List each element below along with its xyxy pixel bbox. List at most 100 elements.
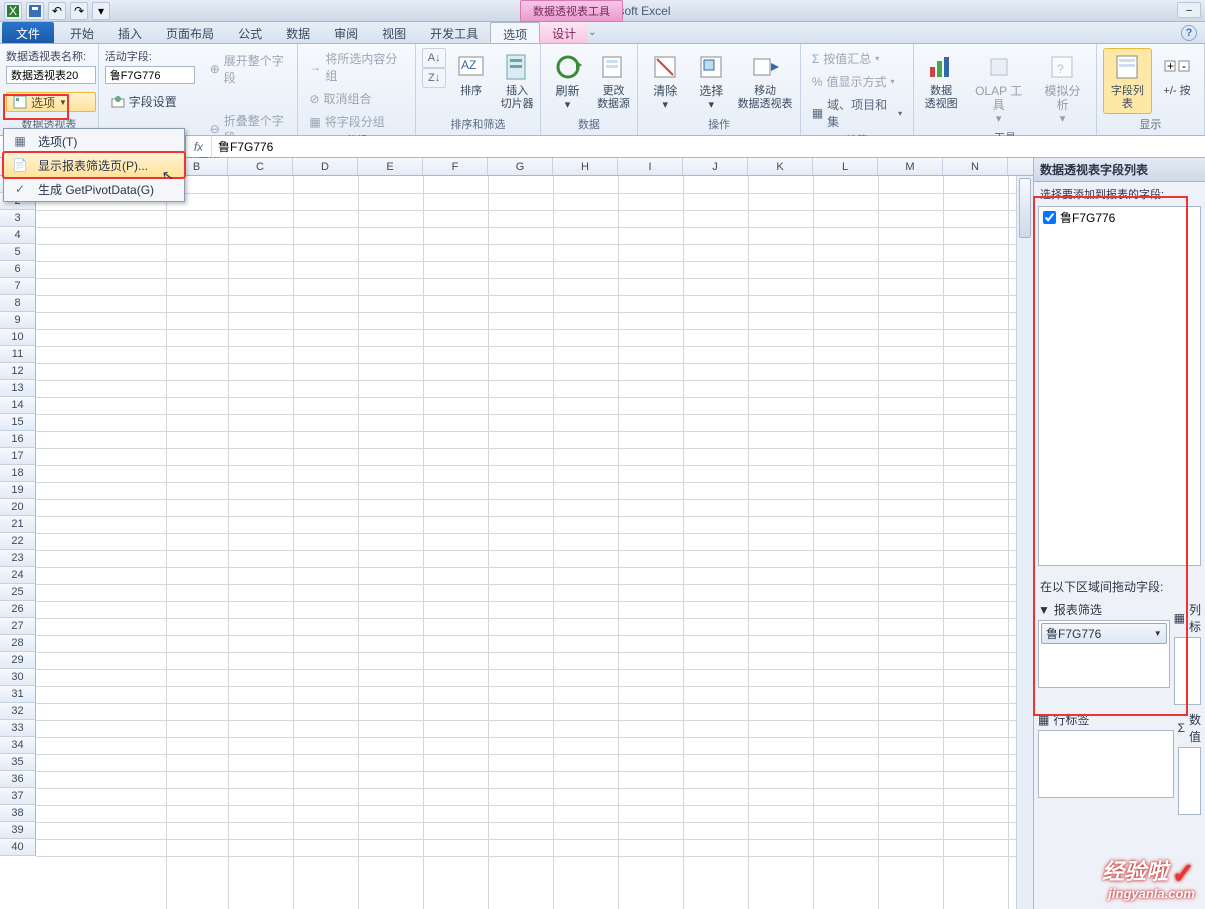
row-header-31[interactable]: 31: [0, 686, 36, 703]
whatif-button[interactable]: ?模拟分析▾: [1035, 48, 1090, 129]
col-header-C[interactable]: C: [228, 158, 293, 175]
tab-developer[interactable]: 开发工具: [418, 22, 490, 43]
row-header-37[interactable]: 37: [0, 788, 36, 805]
row-header-16[interactable]: 16: [0, 431, 36, 448]
tab-view[interactable]: 视图: [370, 22, 418, 43]
fieldlist-fields-box[interactable]: 鲁F7G776: [1038, 206, 1201, 566]
tab-pagelayout[interactable]: 页面布局: [154, 22, 226, 43]
field-item[interactable]: 鲁F7G776: [1039, 207, 1200, 228]
menu-options[interactable]: ▦ 选项(T): [4, 129, 184, 153]
expand-field-button[interactable]: ⊕展开整个字段: [205, 50, 292, 88]
row-header-36[interactable]: 36: [0, 771, 36, 788]
row-header-5[interactable]: 5: [0, 244, 36, 261]
help-icon[interactable]: ?: [1181, 25, 1197, 41]
clear-button[interactable]: 清除▾: [644, 48, 686, 115]
row-header-17[interactable]: 17: [0, 448, 36, 465]
row-header-21[interactable]: 21: [0, 516, 36, 533]
sort-asc-button[interactable]: A↓: [422, 48, 446, 68]
col-header-F[interactable]: F: [423, 158, 488, 175]
row-header-29[interactable]: 29: [0, 652, 36, 669]
ribbon-expand-icon[interactable]: ⌄: [588, 27, 596, 38]
row-header-3[interactable]: 3: [0, 210, 36, 227]
row-header-20[interactable]: 20: [0, 499, 36, 516]
tab-insert[interactable]: 插入: [106, 22, 154, 43]
row-header-13[interactable]: 13: [0, 380, 36, 397]
pill-dropdown-icon[interactable]: ▼: [1154, 629, 1162, 638]
col-header-J[interactable]: J: [683, 158, 748, 175]
row-header-14[interactable]: 14: [0, 397, 36, 414]
field-list-button[interactable]: 字段列表: [1103, 48, 1152, 114]
row-header-24[interactable]: 24: [0, 567, 36, 584]
tab-design[interactable]: 设计: [540, 22, 588, 43]
qat-dropdown-icon[interactable]: ▾: [92, 2, 110, 20]
tab-file[interactable]: 文件: [2, 22, 54, 43]
col-header-N[interactable]: N: [943, 158, 1008, 175]
row-header-38[interactable]: 38: [0, 805, 36, 822]
slicer-button[interactable]: 插入 切片器: [496, 48, 538, 114]
row-header-15[interactable]: 15: [0, 414, 36, 431]
row-header-40[interactable]: 40: [0, 839, 36, 856]
change-source-button[interactable]: 更改 数据源: [593, 48, 635, 114]
vertical-scrollbar[interactable]: [1016, 176, 1033, 909]
field-settings-button[interactable]: 字段设置: [105, 92, 195, 111]
worksheet[interactable]: ABCDEFGHIJKLMN 1234567891011121314151617…: [0, 158, 1033, 909]
col-header-L[interactable]: L: [813, 158, 878, 175]
ungroup-button[interactable]: ⊘取消组合: [304, 88, 409, 109]
scrollbar-thumb[interactable]: [1019, 178, 1031, 238]
summarize-by-button[interactable]: Σ按值汇总▾: [807, 48, 907, 69]
col-header-K[interactable]: K: [748, 158, 813, 175]
area-filter-box[interactable]: 鲁F7G776 ▼: [1038, 620, 1170, 688]
select-button[interactable]: 选择▾: [690, 48, 732, 115]
row-header-26[interactable]: 26: [0, 601, 36, 618]
row-header-22[interactable]: 22: [0, 533, 36, 550]
row-header-39[interactable]: 39: [0, 822, 36, 839]
qat-excel-icon[interactable]: X: [4, 2, 22, 20]
row-header-27[interactable]: 27: [0, 618, 36, 635]
row-header-6[interactable]: 6: [0, 261, 36, 278]
menu-show-report-filter-pages[interactable]: 📄 显示报表筛选页(P)... ↖: [3, 152, 185, 178]
tab-data[interactable]: 数据: [274, 22, 322, 43]
sort-button[interactable]: AZ排序: [450, 48, 492, 101]
field-checkbox[interactable]: [1043, 211, 1056, 224]
area-rows-box[interactable]: [1038, 730, 1174, 798]
olap-button[interactable]: OLAP 工具▾: [966, 48, 1031, 129]
col-header-H[interactable]: H: [553, 158, 618, 175]
row-header-7[interactable]: 7: [0, 278, 36, 295]
show-values-as-button[interactable]: %值显示方式▾: [807, 71, 907, 92]
group-selection-button[interactable]: →将所选内容分组: [304, 48, 409, 86]
qat-redo-icon[interactable]: ↷: [70, 2, 88, 20]
row-header-34[interactable]: 34: [0, 737, 36, 754]
pivotchart-button[interactable]: 数据 透视图: [920, 48, 962, 114]
options-button[interactable]: 选项 ▼: [6, 92, 96, 112]
row-header-32[interactable]: 32: [0, 703, 36, 720]
menu-generate-getpivotdata[interactable]: ✓ 生成 GetPivotData(G): [4, 177, 184, 201]
area-cols-box[interactable]: [1174, 637, 1201, 705]
row-header-4[interactable]: 4: [0, 227, 36, 244]
plusminus-button[interactable]: +-+/- 按: [1156, 48, 1198, 101]
formula-input[interactable]: [212, 138, 1205, 156]
move-button[interactable]: 移动 数据透视表: [736, 48, 794, 114]
qat-save-icon[interactable]: [26, 2, 44, 20]
sort-desc-button[interactable]: Z↓: [422, 68, 446, 88]
row-header-30[interactable]: 30: [0, 669, 36, 686]
row-header-33[interactable]: 33: [0, 720, 36, 737]
active-field-input[interactable]: [105, 66, 195, 84]
tab-review[interactable]: 审阅: [322, 22, 370, 43]
pt-name-input[interactable]: [6, 66, 96, 84]
cells[interactable]: 鲁F7G776 (全部) ▼: [36, 176, 1033, 909]
row-header-10[interactable]: 10: [0, 329, 36, 346]
group-field-button[interactable]: ▦将字段分组: [304, 111, 409, 132]
row-header-9[interactable]: 9: [0, 312, 36, 329]
col-header-G[interactable]: G: [488, 158, 553, 175]
row-header-18[interactable]: 18: [0, 465, 36, 482]
row-header-25[interactable]: 25: [0, 584, 36, 601]
row-header-19[interactable]: 19: [0, 482, 36, 499]
col-header-E[interactable]: E: [358, 158, 423, 175]
row-header-35[interactable]: 35: [0, 754, 36, 771]
col-header-I[interactable]: I: [618, 158, 683, 175]
row-header-28[interactable]: 28: [0, 635, 36, 652]
col-header-D[interactable]: D: [293, 158, 358, 175]
col-header-M[interactable]: M: [878, 158, 943, 175]
row-header-11[interactable]: 11: [0, 346, 36, 363]
fields-items-sets-button[interactable]: ▦域、项目和集▾: [807, 94, 907, 132]
